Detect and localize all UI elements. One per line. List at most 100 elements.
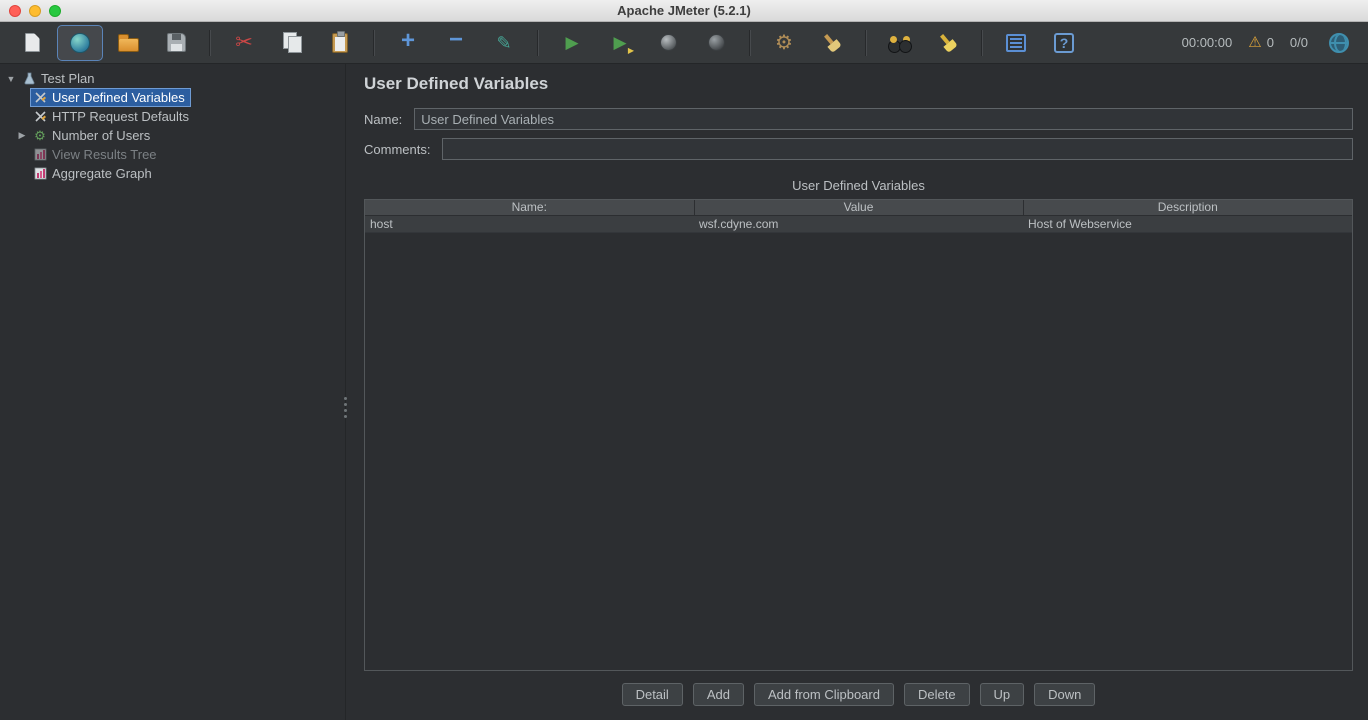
add-element-button[interactable]: + — [386, 26, 430, 60]
shutdown-sphere-icon — [707, 34, 725, 51]
warning-icon: ⚠ — [1248, 34, 1262, 51]
tree-item-label: Test Plan — [41, 71, 95, 86]
delete-button[interactable]: Delete — [903, 683, 970, 706]
toolbar-separator — [537, 29, 539, 56]
plus-icon: + — [400, 27, 415, 54]
expand-arrow-icon[interactable]: ▼ — [3, 74, 19, 84]
name-label: Name: — [364, 111, 403, 127]
toolbar-separator — [749, 29, 751, 56]
comments-label: Comments: — [364, 141, 431, 157]
remove-element-button[interactable]: − — [434, 26, 478, 60]
zoom-window-button[interactable] — [49, 4, 61, 17]
add-button[interactable]: Add — [692, 683, 744, 706]
table-header-row: Name: Value Description — [365, 200, 1352, 216]
templates-icon — [70, 32, 90, 53]
listener-chart-icon — [33, 167, 47, 181]
tree-item-number-of-users[interactable]: ▶ ⚙ Number of Users — [0, 126, 345, 145]
table-row[interactable]: host wsf.cdyne.com Host of Webservice — [365, 215, 1352, 233]
close-window-button[interactable] — [9, 4, 21, 17]
elapsed-timer: 00:00:00 — [1181, 35, 1233, 50]
toggle-element-button[interactable]: ✎ — [482, 26, 526, 60]
start-play-icon: ▶ — [565, 33, 579, 52]
cell-name[interactable]: host — [365, 215, 694, 233]
copy-icon — [282, 32, 302, 53]
search-button[interactable] — [878, 26, 922, 60]
detail-button[interactable]: Detail — [621, 683, 683, 706]
element-editor-panel: User Defined Variables Name: Comments: U… — [344, 64, 1368, 720]
tree-item-http-request-defaults[interactable]: HTTP Request Defaults — [0, 107, 345, 126]
help-icon: ? — [1054, 32, 1074, 53]
collapse-arrow-icon[interactable]: ▶ — [14, 130, 30, 141]
toolbar-status-area: 00:00:00 ⚠ 0 0/0 — [1182, 26, 1358, 60]
tree-item-user-defined-variables[interactable]: User Defined Variables — [0, 88, 345, 107]
cut-button[interactable]: ✂ — [222, 26, 266, 60]
open-file-button[interactable] — [106, 26, 150, 60]
stop-sphere-icon — [659, 34, 677, 51]
clear-all-broom-icon — [818, 28, 846, 56]
save-button[interactable] — [154, 26, 198, 60]
search-reset-button[interactable] — [926, 26, 970, 60]
name-field-row: Name: — [364, 108, 1353, 130]
column-header-value[interactable]: Value — [693, 200, 1023, 216]
toggle-pencil-icon: ✎ — [496, 32, 512, 53]
column-header-description[interactable]: Description — [1022, 200, 1352, 216]
down-button[interactable]: Down — [1034, 683, 1096, 706]
search-binoculars-icon — [888, 35, 912, 53]
save-icon — [166, 33, 186, 52]
new-file-button[interactable] — [10, 26, 54, 60]
clear-gear-icon: ⚙ — [775, 31, 793, 54]
tree-item-test-plan[interactable]: ▼ Test Plan — [0, 69, 345, 88]
up-button[interactable]: Up — [979, 683, 1025, 706]
comments-field-row: Comments: — [364, 138, 1353, 160]
search-reset-brush-icon — [934, 28, 962, 56]
cut-icon: ✂ — [235, 31, 253, 54]
start-button[interactable]: ▶ — [550, 26, 594, 60]
open-folder-icon — [117, 34, 139, 52]
paste-icon — [332, 30, 348, 53]
thread-group-gear-icon: ⚙ — [34, 128, 46, 143]
remote-globe-button[interactable] — [1324, 26, 1354, 60]
cell-value[interactable]: wsf.cdyne.com — [694, 215, 1023, 233]
start-no-pauses-play-icon: ▶ — [613, 33, 627, 52]
paste-button[interactable] — [318, 26, 362, 60]
clear-all-button[interactable] — [810, 26, 854, 60]
splitter-handle[interactable] — [341, 390, 350, 424]
page-title: User Defined Variables — [364, 74, 549, 93]
cell-description[interactable]: Host of Webservice — [1023, 215, 1352, 233]
log-errors-indicator[interactable]: ⚠ 0 — [1248, 35, 1274, 50]
warning-count: 0 — [1266, 35, 1274, 50]
stop-button[interactable] — [646, 26, 690, 60]
tree-item-aggregate-graph[interactable]: Aggregate Graph — [0, 164, 345, 183]
variables-table-title: User Defined Variables — [792, 178, 925, 193]
tree-item-label: Aggregate Graph — [52, 166, 152, 181]
tree-item-label: User Defined Variables — [52, 90, 185, 105]
test-plan-icon — [22, 72, 36, 86]
window-titlebar: Apache JMeter (5.2.1) — [0, 0, 1368, 22]
add-from-clipboard-button[interactable]: Add from Clipboard — [753, 683, 894, 706]
minus-icon: − — [448, 26, 463, 53]
listener-chart-icon — [33, 148, 47, 162]
table-actions: Detail Add Add from Clipboard Delete Up … — [364, 683, 1353, 706]
column-header-name[interactable]: Name: — [365, 200, 694, 216]
function-helper-button[interactable] — [994, 26, 1038, 60]
minimize-window-button[interactable] — [29, 4, 41, 17]
clear-button[interactable]: ⚙ — [762, 26, 806, 60]
toolbar-separator — [981, 29, 983, 56]
tree-item-label: Number of Users — [52, 128, 151, 143]
tree-item-label: View Results Tree — [52, 147, 157, 162]
comments-input[interactable] — [442, 138, 1353, 160]
tree-item-view-results-tree[interactable]: View Results Tree — [0, 145, 345, 164]
window-title: Apache JMeter (5.2.1) — [617, 3, 751, 18]
new-file-icon — [24, 33, 40, 52]
toolbar-separator — [865, 29, 867, 56]
active-threads-count: 0/0 — [1289, 35, 1308, 50]
start-no-pauses-button[interactable]: ▶ ▶ — [598, 26, 642, 60]
help-button[interactable]: ? — [1042, 26, 1086, 60]
copy-button[interactable] — [270, 26, 314, 60]
toolbar-separator — [209, 29, 211, 56]
templates-button[interactable] — [57, 24, 103, 61]
globe-icon — [1329, 32, 1349, 53]
toolbar-separator — [373, 29, 375, 56]
name-input[interactable] — [414, 108, 1353, 130]
shutdown-button[interactable] — [694, 26, 738, 60]
